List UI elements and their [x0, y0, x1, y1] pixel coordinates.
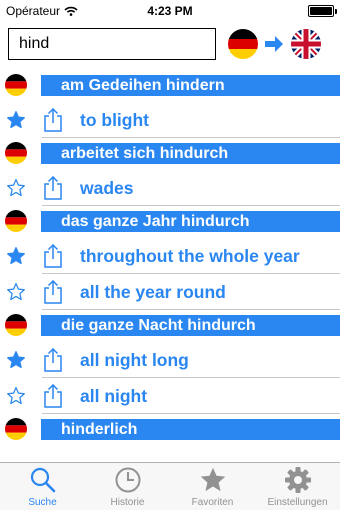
share-icon[interactable]	[42, 348, 64, 372]
german-flag-icon	[5, 74, 27, 96]
share-icon[interactable]	[42, 384, 64, 408]
translation-row[interactable]: all night long	[7, 342, 340, 378]
translation-row[interactable]: all the year round	[7, 274, 340, 310]
tab-bar: Suche Historie Favoriten Einstellungen	[0, 462, 340, 510]
english-translation: all night long	[80, 350, 189, 370]
share-icon[interactable]	[42, 280, 64, 304]
favorite-star-icon[interactable]	[6, 386, 26, 406]
favorite-star-icon[interactable]	[6, 178, 26, 198]
german-term: die ganze Nacht hindurch	[41, 315, 340, 336]
tab-label: Einstellungen	[267, 497, 328, 508]
arrow-right-icon[interactable]	[264, 35, 284, 53]
german-flag-icon	[5, 314, 27, 336]
battery-icon	[308, 5, 337, 17]
german-entry-row[interactable]: das ganze Jahr hindurch	[0, 206, 340, 238]
search-input[interactable]	[8, 28, 216, 60]
status-time: 4:23 PM	[147, 4, 193, 18]
translation-row[interactable]: to blight	[7, 102, 340, 138]
tab-settings[interactable]: Einstellungen	[255, 463, 340, 510]
tab-label: Favoriten	[191, 497, 234, 508]
german-entry-row[interactable]: am Gedeihen hindern	[0, 70, 340, 102]
english-translation: all night	[80, 386, 148, 406]
german-entry-row[interactable]: hinderlich	[0, 414, 340, 446]
german-flag-icon	[5, 418, 27, 440]
english-translation: all the year round	[80, 282, 226, 302]
german-term: arbeitet sich hindurch	[41, 143, 340, 164]
results-list[interactable]: am Gedeihen hindern to blight arbeitet s…	[0, 70, 340, 462]
clock-icon	[115, 467, 141, 493]
translation-row[interactable]: all night	[7, 378, 340, 414]
tab-label: Historie	[110, 497, 145, 508]
german-term: hinderlich	[41, 419, 340, 440]
translation-row[interactable]: throughout the whole year	[7, 238, 340, 274]
german-term: am Gedeihen hindern	[41, 75, 340, 96]
share-icon[interactable]	[42, 108, 64, 132]
tab-label: Suche	[28, 497, 57, 508]
english-translation: to blight	[80, 110, 150, 130]
tab-history[interactable]: Historie	[85, 463, 170, 510]
german-entry-row[interactable]: die ganze Nacht hindurch	[0, 310, 340, 342]
favorite-star-icon[interactable]	[6, 110, 26, 130]
german-term: das ganze Jahr hindurch	[41, 211, 340, 232]
share-icon[interactable]	[42, 176, 64, 200]
share-icon[interactable]	[42, 244, 64, 268]
german-entry-row[interactable]: arbeitet sich hindurch	[0, 138, 340, 170]
gear-icon	[285, 467, 311, 493]
favorite-star-icon[interactable]	[6, 246, 26, 266]
german-flag-icon[interactable]	[228, 29, 258, 59]
german-flag-icon	[5, 210, 27, 232]
uk-flag-icon[interactable]	[291, 29, 321, 59]
tab-search[interactable]: Suche	[0, 463, 85, 510]
favorite-star-icon[interactable]	[6, 282, 26, 302]
battery-level	[310, 7, 332, 15]
english-translation: wades	[80, 178, 134, 198]
english-translation: throughout the whole year	[80, 246, 300, 266]
battery-nub	[335, 9, 337, 14]
search-header	[0, 22, 340, 70]
favorite-star-icon[interactable]	[6, 350, 26, 370]
translation-row[interactable]: wades	[7, 170, 340, 206]
status-bar: Opérateur 4:23 PM	[0, 0, 340, 22]
tab-favorites[interactable]: Favoriten	[170, 463, 255, 510]
magnifier-icon	[30, 467, 56, 493]
star-icon	[200, 467, 226, 492]
german-flag-icon	[5, 142, 27, 164]
